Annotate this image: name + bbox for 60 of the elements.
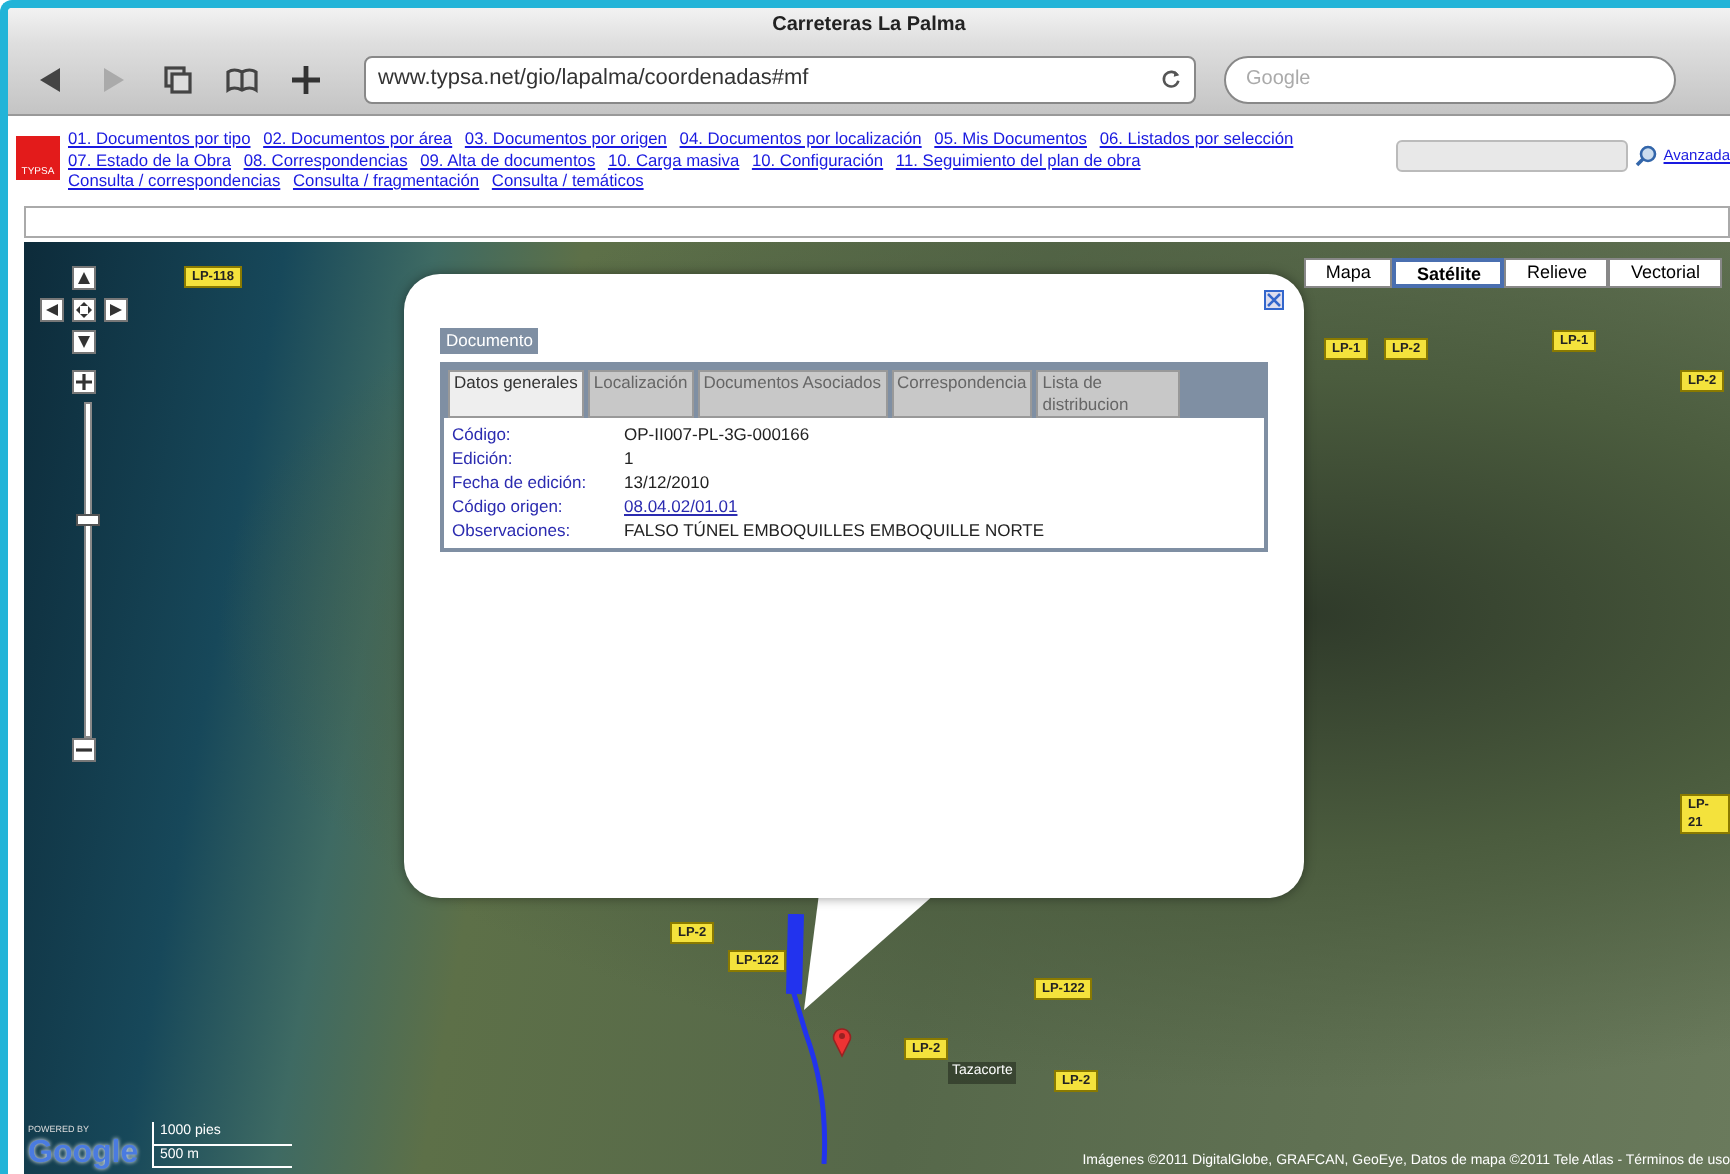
nav-link[interactable]: 08. Correspondencias <box>243 149 408 169</box>
google-logo: Google <box>28 1138 139 1170</box>
close-button[interactable] <box>1264 290 1284 310</box>
nav-link[interactable]: 06. Listados por selección <box>1099 128 1294 148</box>
popup-title: Documento <box>440 328 539 354</box>
nav-link[interactable]: 10. Configuración <box>751 149 884 169</box>
nav-link[interactable]: 09. Alta de documentos <box>420 149 596 169</box>
zoom-out-button[interactable] <box>72 738 96 762</box>
up-arrow-icon <box>74 268 94 288</box>
field-label: Observaciones: <box>452 518 573 542</box>
nav-link[interactable]: 07. Estado de la Obra <box>68 149 231 169</box>
close-icon <box>1266 292 1282 308</box>
nav-link[interactable]: Consulta / temáticos <box>491 170 644 190</box>
search-icon[interactable] <box>1633 144 1658 168</box>
left-arrow-icon <box>42 300 62 320</box>
map-type-button[interactable]: Mapa <box>1303 258 1393 288</box>
zoom-slider-thumb[interactable] <box>76 514 100 527</box>
tab[interactable]: Datos generales <box>448 370 584 418</box>
field-label: Edición: <box>452 446 515 470</box>
map-type-button[interactable]: Vectorial <box>1608 258 1722 288</box>
down-arrow-icon <box>74 332 94 352</box>
field-value: 13/12/2010 <box>624 470 710 494</box>
field-label: Código origen: <box>452 494 565 518</box>
field-value: FALSO TÚNEL EMBOQUILLES EMBOQUILLE NORTE <box>624 518 1045 542</box>
map-type-button[interactable]: Satélite <box>1392 258 1505 288</box>
right-arrow-icon <box>106 300 126 320</box>
nav-link[interactable]: 11. Seguimiento del plan de obra <box>895 149 1141 169</box>
search-field[interactable]: Google <box>1224 55 1676 103</box>
bookmarks-icon[interactable] <box>224 63 260 95</box>
reload-icon[interactable] <box>1160 68 1182 90</box>
window-title: Carreteras La Palma <box>8 8 1730 44</box>
four-arrows-icon <box>74 300 94 320</box>
add-icon[interactable] <box>288 63 324 95</box>
pan-left-button[interactable] <box>40 298 64 322</box>
nav-link[interactable]: 02. Documentos por área <box>263 128 453 148</box>
pan-center-button[interactable] <box>72 298 96 322</box>
nav-link[interactable]: Consulta / correspondencias <box>68 170 281 190</box>
map-marker-icon[interactable] <box>832 1026 852 1058</box>
tabs-icon[interactable] <box>160 63 196 95</box>
field-label: Código: <box>452 422 513 446</box>
plus-icon <box>74 372 94 392</box>
pan-up-button[interactable] <box>72 266 96 290</box>
search-field[interactable] <box>1395 140 1628 172</box>
pan-right-button[interactable] <box>104 298 128 322</box>
zoom-in-button[interactable] <box>72 370 96 394</box>
field-value-link[interactable]: 08.04.02/01.01 <box>624 494 738 518</box>
tab[interactable]: Lista de distribucion <box>1036 370 1181 418</box>
field-value: 1 <box>624 446 634 470</box>
nav-link[interactable]: 03. Documentos por origen <box>464 128 667 148</box>
nav-link[interactable]: Consulta / fragmentación <box>292 170 480 190</box>
nav-link[interactable]: 04. Documentos por localización <box>679 128 922 148</box>
field-label: Fecha de edición: <box>452 470 589 494</box>
nav-link[interactable]: 05. Mis Documentos <box>934 128 1087 148</box>
pan-down-button[interactable] <box>72 330 96 354</box>
field-value: OP-II007-PL-3G-000166 <box>624 422 810 446</box>
map-type-button[interactable]: Relieve <box>1504 258 1609 288</box>
nav-link[interactable]: 10. Carga masiva <box>607 149 740 169</box>
text-field[interactable] <box>24 206 1730 238</box>
nav-link[interactable]: 01. Documentos por tipo <box>68 128 251 148</box>
address-field[interactable]: www.typsa.net/gio/lapalma/coordenadas#mf <box>364 55 1196 103</box>
